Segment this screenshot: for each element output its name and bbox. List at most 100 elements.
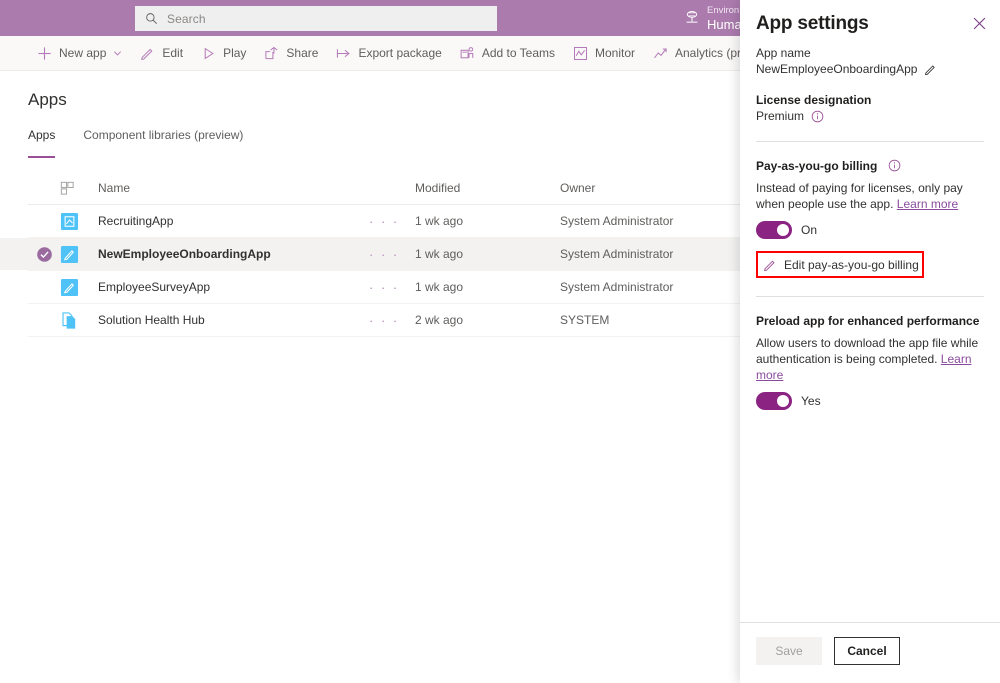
add-to-teams-label: Add to Teams xyxy=(482,46,555,60)
plus-icon xyxy=(37,46,52,61)
environment-text: Environ Huma xyxy=(707,4,742,33)
environment-indicator[interactable]: Environ Huma xyxy=(683,4,742,33)
preload-description-block: Allow users to download the app file whi… xyxy=(756,335,984,383)
payg-learn-more-link[interactable]: Learn more xyxy=(897,197,958,211)
search-placeholder: Search xyxy=(167,12,206,26)
table-row[interactable]: EmployeeSurveyApp · · · 1 wk ago System … xyxy=(28,271,740,304)
table-row[interactable]: NewEmployeeOnboardingApp · · · 1 wk ago … xyxy=(28,238,740,271)
payg-toggle[interactable] xyxy=(756,221,792,239)
tab-apps-label: Apps xyxy=(28,128,55,142)
row-app-name[interactable]: EmployeeSurveyApp xyxy=(90,280,369,294)
payg-toggle-state: On xyxy=(801,223,817,237)
save-button[interactable]: Save xyxy=(756,637,822,665)
row-overflow-menu[interactable]: · · · xyxy=(369,280,415,295)
monitor-label: Monitor xyxy=(595,46,635,60)
grid-icon xyxy=(60,181,75,196)
row-modified: 2 wk ago xyxy=(415,313,560,327)
play-button[interactable]: Play xyxy=(192,36,255,71)
pencil-icon xyxy=(763,258,777,272)
tab-component-libraries-label: Component libraries (preview) xyxy=(83,128,243,142)
row-app-icon-cell xyxy=(60,245,90,264)
new-app-button[interactable]: New app xyxy=(28,36,131,71)
column-header-owner[interactable]: Owner xyxy=(560,181,740,195)
panel-header: App settings xyxy=(740,0,1000,35)
row-owner: System Administrator xyxy=(560,280,740,294)
row-app-name[interactable]: NewEmployeeOnboardingApp xyxy=(90,247,369,261)
app-name-label: App name xyxy=(756,46,984,60)
row-owner: SYSTEM xyxy=(560,313,740,327)
panel-title: App settings xyxy=(756,13,984,35)
table-row[interactable]: RecruitingApp · · · 1 wk ago System Admi… xyxy=(28,205,740,238)
license-designation-label: License designation xyxy=(756,93,984,107)
payg-description-block: Instead of paying for licenses, only pay… xyxy=(756,180,984,212)
close-button[interactable] xyxy=(968,12,990,34)
preload-toggle-row: Yes xyxy=(756,392,984,410)
preload-toggle[interactable] xyxy=(756,392,792,410)
row-app-icon-cell xyxy=(60,278,90,297)
table-row[interactable]: Solution Health Hub · · · 2 wk ago SYSTE… xyxy=(28,304,740,337)
monitor-button[interactable]: Monitor xyxy=(564,36,644,71)
analytics-icon xyxy=(653,46,668,61)
info-icon[interactable] xyxy=(888,159,901,172)
share-icon xyxy=(264,46,279,61)
share-button[interactable]: Share xyxy=(255,36,327,71)
canvas-app-icon xyxy=(60,278,79,297)
tab-apps[interactable]: Apps xyxy=(28,128,55,158)
export-package-label: Export package xyxy=(358,46,441,60)
new-app-label: New app xyxy=(59,46,106,60)
canvas-app-icon xyxy=(60,245,79,264)
preload-toggle-state: Yes xyxy=(801,394,821,408)
preload-heading: Preload app for enhanced performance xyxy=(756,314,984,328)
checkmark-circle-icon xyxy=(36,246,53,263)
row-modified: 1 wk ago xyxy=(415,247,560,261)
environment-label: Environ xyxy=(707,6,742,17)
search-icon xyxy=(145,12,158,25)
column-type-icon-cell xyxy=(60,181,90,196)
tab-component-libraries[interactable]: Component libraries (preview) xyxy=(83,128,243,158)
cancel-button[interactable]: Cancel xyxy=(834,637,900,665)
row-app-icon-cell xyxy=(60,212,90,231)
row-app-icon-cell xyxy=(60,311,90,330)
table-header-row: Name Modified Owner xyxy=(28,172,740,205)
column-header-modified[interactable]: Modified xyxy=(415,181,560,195)
chevron-down-icon[interactable] xyxy=(113,49,122,58)
row-app-name[interactable]: RecruitingApp xyxy=(90,214,369,228)
panel-divider xyxy=(756,141,984,142)
environment-name: Huma xyxy=(707,18,742,33)
pencil-icon xyxy=(140,46,155,61)
add-to-teams-button[interactable]: Add to Teams xyxy=(451,36,564,71)
row-owner: System Administrator xyxy=(560,214,740,228)
info-icon[interactable] xyxy=(811,110,824,123)
export-icon xyxy=(336,46,351,61)
panel-body: App name NewEmployeeOnboardingApp Licens… xyxy=(740,46,1000,410)
preload-toggle-knob xyxy=(777,395,789,407)
row-modified: 1 wk ago xyxy=(415,280,560,294)
edit-payg-billing-button[interactable]: Edit pay-as-you-go billing xyxy=(756,251,924,278)
row-owner: System Administrator xyxy=(560,247,740,261)
search-input[interactable]: Search xyxy=(135,6,497,31)
environment-icon xyxy=(683,9,701,27)
payg-toggle-row: On xyxy=(756,221,984,239)
row-app-name[interactable]: Solution Health Hub xyxy=(90,313,369,327)
row-overflow-menu[interactable]: · · · xyxy=(369,313,415,328)
app-name-value: NewEmployeeOnboardingApp xyxy=(756,62,917,76)
row-select-checkbox[interactable] xyxy=(28,246,60,263)
share-label: Share xyxy=(286,46,318,60)
row-overflow-menu[interactable]: · · · xyxy=(369,214,415,229)
column-header-name[interactable]: Name xyxy=(90,181,369,195)
apps-table: Name Modified Owner RecruitingApp · · · … xyxy=(28,172,740,337)
monitor-icon xyxy=(573,46,588,61)
play-label: Play xyxy=(223,46,246,60)
pencil-icon[interactable] xyxy=(924,63,937,76)
export-package-button[interactable]: Export package xyxy=(327,36,450,71)
row-modified: 1 wk ago xyxy=(415,214,560,228)
app-name-row: NewEmployeeOnboardingApp xyxy=(756,62,984,76)
payg-heading-row: Pay-as-you-go billing xyxy=(756,159,984,173)
panel-divider xyxy=(756,296,984,297)
edit-payg-billing-label: Edit pay-as-you-go billing xyxy=(784,258,919,272)
row-overflow-menu[interactable]: · · · xyxy=(369,247,415,262)
edit-button[interactable]: Edit xyxy=(131,36,192,71)
app-settings-panel: App settings App name NewEmployeeOnboard… xyxy=(740,0,1000,683)
edit-label: Edit xyxy=(162,46,183,60)
license-designation-row: Premium xyxy=(756,109,984,123)
